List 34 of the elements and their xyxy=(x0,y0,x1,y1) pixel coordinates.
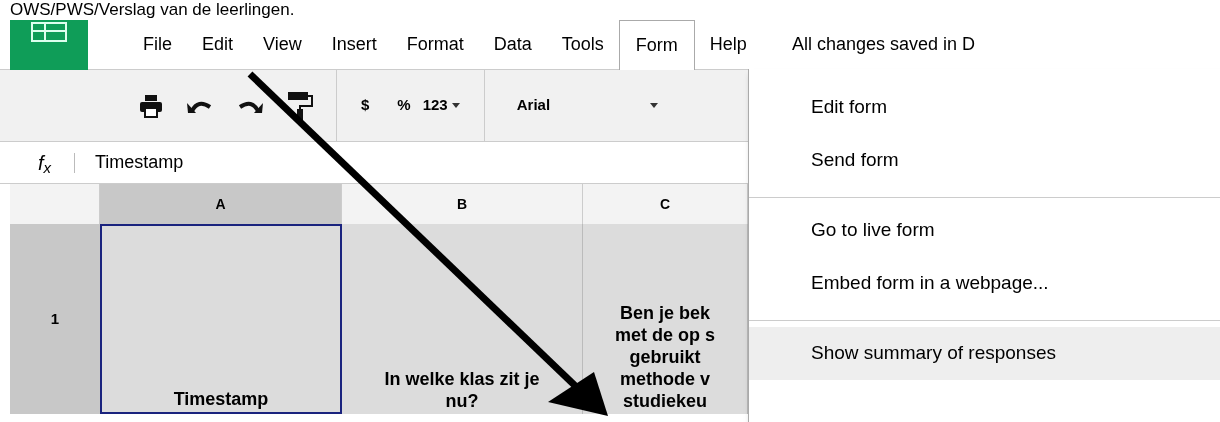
font-dropdown[interactable]: Arial xyxy=(484,70,691,141)
menu-item[interactable]: Format xyxy=(391,19,479,70)
percent-button[interactable]: % xyxy=(397,94,411,117)
menu-item[interactable]: Insert xyxy=(316,19,392,70)
caret-icon xyxy=(650,103,659,108)
menu-option[interactable]: Edit form xyxy=(749,81,1220,134)
menu-item[interactable]: Help xyxy=(694,19,762,70)
corner-cell[interactable] xyxy=(10,184,100,224)
paint-roller-icon[interactable] xyxy=(286,89,314,122)
menu-option[interactable]: Embed form in a webpage... xyxy=(749,257,1220,310)
menu-item[interactable]: Tools xyxy=(546,19,619,70)
table-cell[interactable]: In welke klas zit je nu? xyxy=(342,224,583,414)
table-cell[interactable]: Ben je bek met de op s gebruikt methode v studiekeu xyxy=(583,224,748,414)
column-header[interactable]: B xyxy=(342,184,583,224)
menu-item[interactable]: Data xyxy=(478,19,547,70)
menu-item[interactable]: View xyxy=(248,19,317,70)
table-cell[interactable]: Timestamp xyxy=(100,224,342,414)
menu-item[interactable]: Form xyxy=(618,20,695,70)
menu-item[interactable]: Edit xyxy=(187,19,249,70)
print-icon[interactable] xyxy=(138,92,164,119)
menu-option[interactable]: Send form xyxy=(749,134,1220,187)
menu-option[interactable]: Show summary of responses xyxy=(749,327,1220,380)
menu-item[interactable]: File xyxy=(128,19,187,70)
column-header[interactable]: A xyxy=(100,184,342,224)
row-header[interactable]: 1 xyxy=(10,224,100,414)
caption-text: OWS/PWS/Verslag van de leerlingen. xyxy=(9,0,296,20)
formula-label: f$_{x}$ xyxy=(37,150,53,178)
column-header[interactable]: C xyxy=(583,184,748,224)
spreadsheet-logo-icon[interactable] xyxy=(10,20,88,70)
currency-button[interactable]: $ xyxy=(361,94,370,117)
menu-option[interactable]: Go to live form xyxy=(749,204,1220,257)
caret-icon xyxy=(451,103,460,108)
number-format-button[interactable]: 123 xyxy=(422,94,460,117)
save-status: All changes saved in D xyxy=(791,33,975,56)
